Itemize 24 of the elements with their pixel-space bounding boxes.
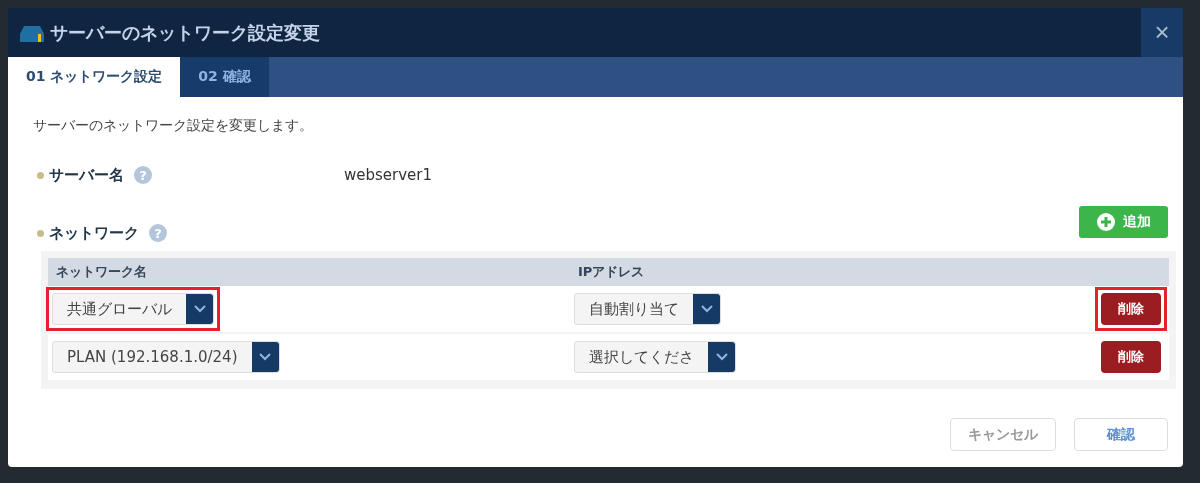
server-icon xyxy=(20,23,44,42)
field-label: ネットワーク xyxy=(49,223,139,243)
description-text: サーバーのネットワーク設定を変更します。 xyxy=(33,117,314,135)
delete-button[interactable]: 削除 xyxy=(1101,293,1161,325)
bullet-dot xyxy=(37,171,44,179)
chevron-down-icon xyxy=(715,353,728,361)
dropdown[interactable]: 選択してくださ xyxy=(574,341,736,373)
plus-icon xyxy=(1096,213,1115,231)
tab[interactable]: 02 確認 xyxy=(180,57,269,97)
chevron-down-icon xyxy=(700,305,713,313)
dropdown[interactable]: PLAN (192.168.1.0/24) xyxy=(52,341,280,373)
chevron-down-icon xyxy=(193,305,206,313)
tab[interactable]: 01 ネットワーク設定 xyxy=(8,57,181,97)
server-name-value: webserver1 xyxy=(344,166,433,184)
column-header: IPアドレス xyxy=(578,263,645,281)
close-button[interactable]: × xyxy=(1141,8,1183,57)
column-header: ネットワーク名 xyxy=(55,263,148,281)
field-label: サーバー名 xyxy=(49,165,124,185)
dialog-title: サーバーのネットワーク設定変更 xyxy=(50,20,321,45)
delete-button[interactable]: 削除 xyxy=(1101,341,1161,373)
bullet-dot xyxy=(37,229,44,237)
dropdown[interactable]: 共通グローバル xyxy=(52,293,214,325)
dropdown[interactable]: 自動割り当て xyxy=(574,293,721,325)
chevron-down-icon xyxy=(259,353,271,361)
